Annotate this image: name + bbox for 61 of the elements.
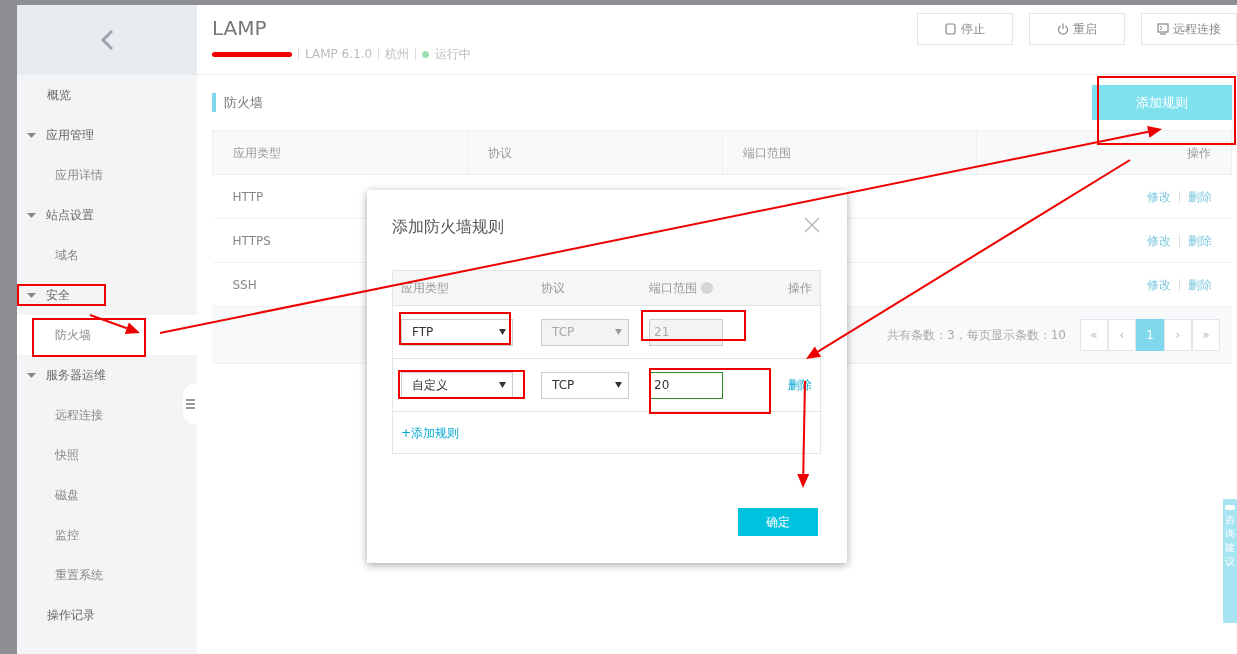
status-text: 运行中 xyxy=(435,46,472,63)
header-button[interactable]: 停止 xyxy=(917,13,1013,45)
column-header: 协议 xyxy=(467,130,722,175)
caret-icon xyxy=(27,212,36,218)
column-header: 端口范围 xyxy=(649,280,697,297)
back-icon[interactable] xyxy=(100,29,114,51)
close-icon[interactable] xyxy=(804,217,820,233)
sidebar-item[interactable]: 监控 xyxy=(17,515,197,555)
sidebar-item[interactable]: 快照 xyxy=(17,435,197,475)
chat-icon xyxy=(1225,505,1235,510)
sidebar-item[interactable]: 服务器运维 xyxy=(17,355,197,395)
column-header: 协议 xyxy=(541,280,566,297)
column-header: 端口范围 xyxy=(722,130,977,175)
column-header: 操作 xyxy=(976,130,1232,175)
power-icon xyxy=(1057,23,1069,35)
sidebar-item[interactable]: 应用管理 xyxy=(17,115,197,155)
section-title: 防火墙 xyxy=(212,92,263,113)
action-link[interactable]: 删除 xyxy=(1187,233,1212,248)
annotation-arrow xyxy=(89,314,140,334)
pagination-summary: 共有条数：3，每页显示条数：10 xyxy=(887,327,1066,344)
header-button[interactable]: 远程连接 xyxy=(1141,13,1237,45)
confirm-button[interactable]: 确定 xyxy=(738,508,818,536)
sidebar-item[interactable]: 应用详情 xyxy=(17,155,197,195)
page-button[interactable]: » xyxy=(1192,319,1220,351)
meta-text: 杭州 xyxy=(385,46,410,63)
column-header: 应用类型 xyxy=(212,130,468,175)
page-button[interactable]: « xyxy=(1080,319,1108,351)
caret-icon xyxy=(615,329,622,335)
action-link[interactable]: 删除 xyxy=(1187,277,1212,292)
action-link[interactable]: 修改 xyxy=(1146,277,1171,292)
sidebar-item[interactable]: 站点设置 xyxy=(17,195,197,235)
protocol-select[interactable]: TCP xyxy=(541,371,629,399)
caret-icon xyxy=(27,372,36,378)
monitor-icon xyxy=(1157,23,1169,35)
caret-icon xyxy=(27,132,36,138)
sidebar-item[interactable]: 域名 xyxy=(17,235,197,275)
app-title: LAMP xyxy=(212,15,268,42)
action-link[interactable]: 修改 xyxy=(1146,233,1171,248)
header-button[interactable]: 重启 xyxy=(1029,13,1125,45)
help-icon xyxy=(701,282,713,294)
status-dot xyxy=(422,50,430,58)
page-button[interactable]: ‹ xyxy=(1108,319,1136,351)
caret-icon xyxy=(615,382,622,388)
action-link[interactable]: 修改 xyxy=(1146,189,1171,204)
page-button[interactable]: › xyxy=(1164,319,1192,351)
stop-icon xyxy=(945,23,957,35)
sidebar-item[interactable]: 安全 xyxy=(17,275,197,315)
meta-text: LAMP 6.1.0 xyxy=(305,46,373,63)
port-field[interactable]: 20 xyxy=(649,371,723,399)
sidebar-item[interactable]: 操作记录 xyxy=(17,595,197,635)
action-link[interactable]: 删除 xyxy=(1187,189,1212,204)
caret-icon xyxy=(27,292,36,298)
sidebar-item[interactable]: 概览 xyxy=(17,75,197,115)
caret-icon xyxy=(499,329,506,335)
menu-icon xyxy=(185,399,195,409)
add-rule-link[interactable]: +添加规则 xyxy=(401,423,460,442)
column-header: 操作 xyxy=(787,280,812,297)
sidebar-item[interactable]: 重置系统 xyxy=(17,555,197,595)
caret-icon xyxy=(499,382,506,388)
sidebar-item[interactable]: 防火墙 xyxy=(17,315,197,355)
sidebar-item[interactable]: 磁盘 xyxy=(17,475,197,515)
